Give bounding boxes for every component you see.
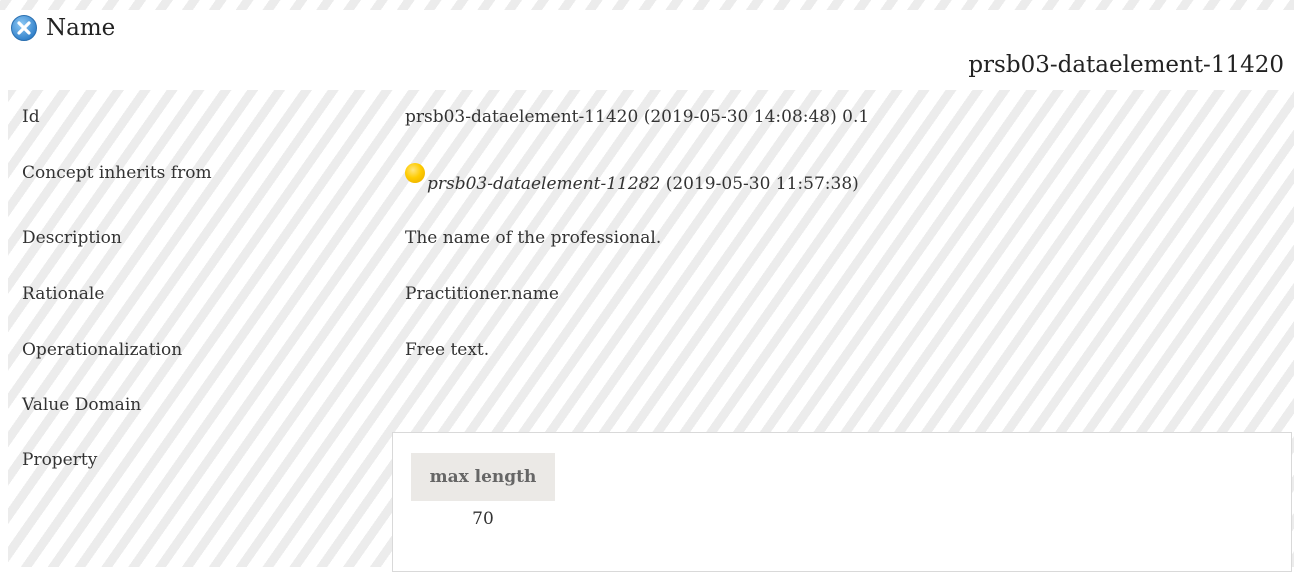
row-description: Description The name of the professional…	[8, 206, 1294, 264]
status-dot-icon	[405, 163, 425, 183]
concept-header: Name prsb03-dataelement-11420	[0, 0, 1294, 90]
inherits-link[interactable]: prsb03-dataelement-11282	[427, 174, 660, 194]
row-rationale: Rationale Practitioner.name	[8, 264, 1294, 322]
concept-title-text: Name	[46, 15, 116, 41]
property-header-max-length: max length	[411, 453, 555, 501]
row-value-inherits: prsb03-dataelement-11282 (2019-05-30 11:…	[405, 163, 859, 194]
inherits-date: (2019-05-30 11:57:38)	[660, 174, 859, 194]
row-label-value-domain: Value Domain	[22, 395, 142, 415]
row-label-id: Id	[22, 107, 40, 127]
row-value-description: The name of the professional.	[405, 228, 662, 248]
property-table: max length 70	[392, 432, 1292, 572]
row-label-rationale: Rationale	[22, 284, 105, 304]
close-icon[interactable]	[10, 14, 38, 42]
row-value-id: prsb03-dataelement-11420 (2019-05-30 14:…	[405, 107, 870, 127]
row-label-description: Description	[22, 228, 122, 248]
row-value-domain: Value Domain	[8, 380, 1294, 438]
row-label-property: Property	[22, 450, 98, 470]
row-operationalization: Operationalization Free text.	[8, 322, 1294, 380]
property-value-max-length: 70	[472, 509, 494, 529]
row-label-inherits: Concept inherits from	[22, 163, 212, 183]
row-inherits: Concept inherits from prsb03-dataelement…	[8, 148, 1294, 206]
row-id: Id prsb03-dataelement-11420 (2019-05-30 …	[8, 90, 1294, 148]
row-value-operationalization: Free text.	[405, 340, 490, 360]
row-label-operationalization: Operationalization	[22, 340, 183, 360]
concept-title: Name	[10, 14, 115, 42]
concept-id-heading: prsb03-dataelement-11420	[968, 52, 1284, 78]
row-value-rationale: Practitioner.name	[405, 284, 559, 304]
